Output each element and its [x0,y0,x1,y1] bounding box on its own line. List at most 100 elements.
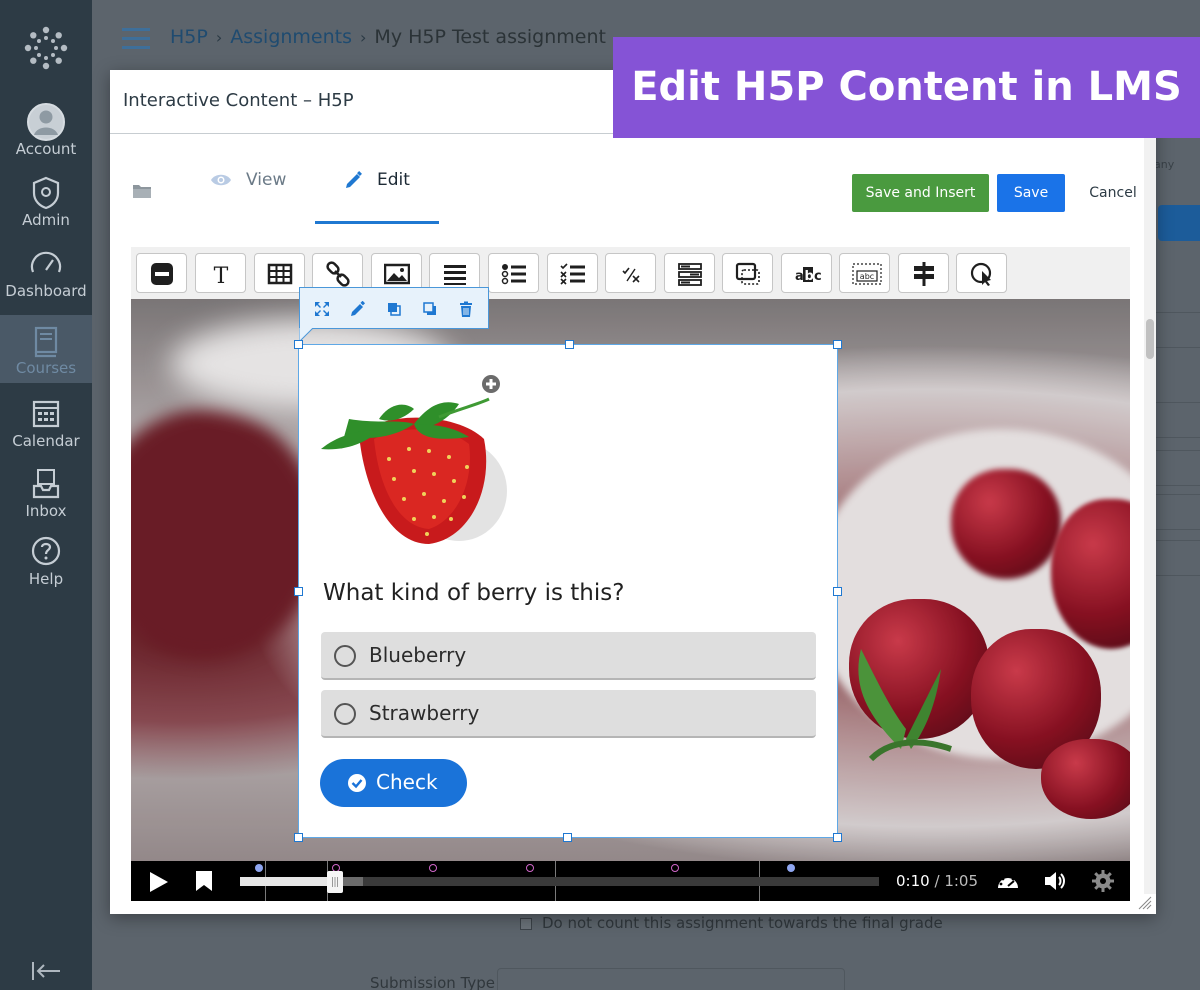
timeline-bookmark-marker[interactable] [255,864,263,872]
tool-drag-and-drop[interactable] [664,253,715,293]
resize-handle[interactable] [294,587,303,596]
nav-label-calendar: Calendar [12,432,80,450]
page-field[interactable] [1152,312,1200,348]
banner-text: Edit H5P Content in LMS [631,64,1182,110]
resize-handle[interactable] [833,587,842,596]
resize-handle[interactable] [294,833,303,842]
nav-item-help[interactable]: Help [0,526,92,596]
tool-summary[interactable] [722,253,773,293]
save-and-insert-button[interactable]: Save and Insert [852,174,989,212]
modal-scrollbar[interactable] [1144,134,1156,894]
svg-text:abc: abc [860,272,874,281]
fullscreen-icon[interactable] [314,301,330,317]
bookmark-icon[interactable] [194,870,214,892]
true-false-tool-icon [622,267,640,283]
shield-icon [32,176,60,210]
tool-multiple-choice[interactable] [547,253,598,293]
inbox-icon [32,469,60,499]
breadcrumb: H5P › Assignments › My H5P Test assignment [170,26,606,48]
page-field[interactable] [1152,540,1200,576]
folder-icon[interactable] [132,182,152,200]
nav-item-dashboard[interactable]: Dashboard [0,238,92,308]
tool-navigation-hotspot[interactable] [898,253,949,293]
resize-handle[interactable] [563,833,572,842]
resize-handle-icon[interactable] [1138,896,1152,910]
answer-option-strawberry[interactable]: Strawberry [321,690,816,738]
timeline-interaction-marker[interactable] [671,864,679,872]
settings-gear-icon[interactable] [1091,869,1115,893]
tool-label[interactable] [136,253,187,293]
mark-words-tool-icon: abc [795,267,822,284]
nav-item-courses[interactable]: Courses [0,315,92,383]
timeline-scrubber[interactable] [327,871,343,893]
resize-handle[interactable] [833,833,842,842]
pencil-icon[interactable] [350,301,366,317]
nav-item-inbox[interactable]: Inbox [0,458,92,528]
page-blue-button[interactable] [1158,205,1200,241]
breadcrumb-assignments[interactable]: Assignments [230,26,352,48]
check-circle-icon [348,774,366,792]
calendar-icon [32,400,60,428]
canvas-logo-icon[interactable] [22,24,70,72]
hamburger-menu-icon[interactable] [122,28,150,50]
pencil-icon [346,171,362,188]
fill-blanks-tool-icon: abc [852,263,882,285]
check-button[interactable]: Check [320,759,467,807]
summary-tool-icon [735,262,760,285]
table-tool-icon [267,263,293,285]
multiple-choice-tool-icon [560,263,585,285]
crossroads-tool-icon [970,262,992,286]
cancel-button[interactable]: Cancel [1078,174,1148,212]
check-label: Check [376,770,438,794]
answer-label: Strawberry [369,701,480,725]
send-to-back-icon[interactable] [422,301,438,317]
resize-handle[interactable] [833,340,842,349]
content-toolbar: T abc abc [131,247,1130,299]
label-tool-icon [151,263,173,285]
nav-label-account: Account [15,140,77,158]
trash-icon[interactable] [458,301,474,317]
page-field[interactable] [1152,450,1200,486]
tool-mark-the-words[interactable]: abc [781,253,832,293]
tool-fill-in-the-blanks[interactable]: abc [839,253,890,293]
bring-to-front-icon[interactable] [386,301,402,317]
radio-button[interactable] [334,703,356,725]
tab-view[interactable]: View [210,170,286,224]
global-navigation: Account Admin Dashboard Courses Calendar [0,0,92,990]
collapse-nav-icon[interactable] [30,960,62,982]
promo-banner: Edit H5P Content in LMS [613,37,1200,138]
tool-true-false[interactable] [605,253,656,293]
timeline-bookmark-marker[interactable] [787,864,795,872]
breadcrumb-h5p[interactable]: H5P [170,26,208,48]
timeline-interaction-marker[interactable] [429,864,437,872]
exclude-grade-checkbox[interactable] [520,918,532,930]
breadcrumb-current: My H5P Test assignment [374,26,606,48]
submission-type-select[interactable] [497,968,845,990]
radio-button[interactable] [334,645,356,667]
timeline-interaction-marker[interactable] [526,864,534,872]
nav-label-inbox: Inbox [25,502,67,520]
tab-edit[interactable]: Edit [315,170,439,224]
tool-table[interactable] [254,253,305,293]
add-image-icon[interactable] [481,374,501,394]
nav-label-help: Help [28,570,64,588]
svg-text:a: a [795,269,804,284]
nav-item-account[interactable]: Account [0,96,92,166]
play-icon[interactable] [148,870,170,894]
tool-crossroads[interactable] [956,253,1007,293]
question-card[interactable]: What kind of berry is this? Blueberry St… [294,340,842,842]
resize-handle[interactable] [565,340,574,349]
answer-option-blueberry[interactable]: Blueberry [321,632,816,680]
playback-rate-icon[interactable] [996,869,1020,893]
nav-item-admin[interactable]: Admin [0,167,92,237]
page-field[interactable] [1152,402,1200,438]
resize-handle[interactable] [294,340,303,349]
strawberry-image [321,397,507,544]
account-icon [27,103,65,141]
tool-single-choice-set[interactable] [488,253,539,293]
volume-icon[interactable] [1043,869,1067,893]
page-field[interactable] [1152,494,1200,530]
nav-item-calendar[interactable]: Calendar [0,388,92,458]
save-button[interactable]: Save [997,174,1065,212]
tool-text[interactable]: T [195,253,246,293]
